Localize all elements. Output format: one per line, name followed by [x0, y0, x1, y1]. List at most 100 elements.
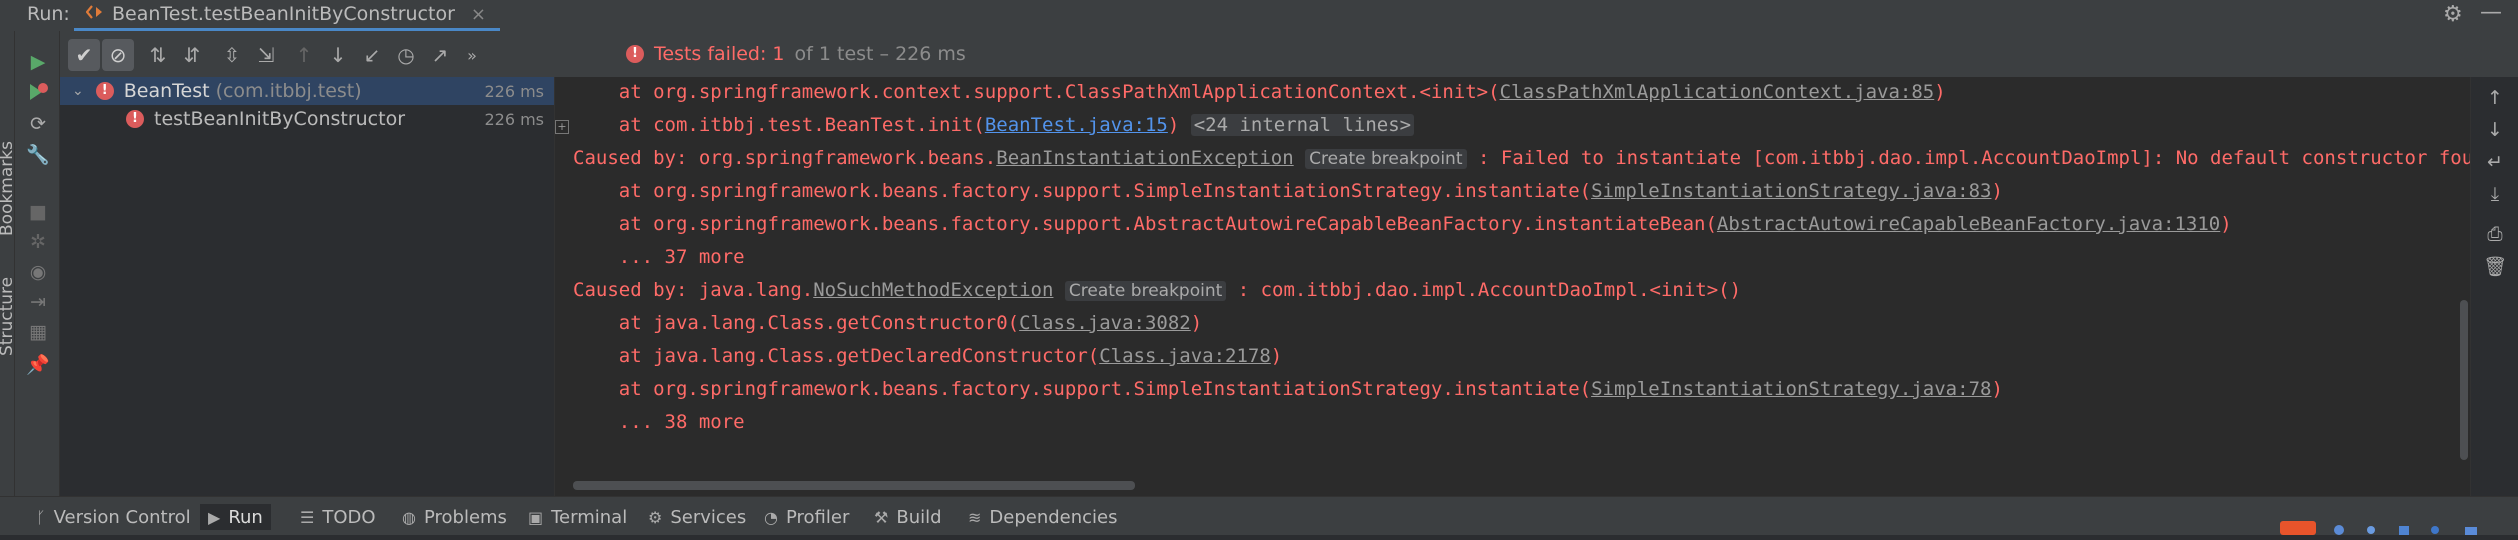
tests-failed-text: Tests failed: 1	[654, 43, 785, 65]
vertical-scrollbar[interactable]	[2460, 300, 2468, 460]
version-control-tab[interactable]: ᚴ Version Control	[28, 504, 199, 530]
create-breakpoint-hint[interactable]: Create breakpoint	[1064, 281, 1227, 301]
console-line: ... 37 more	[573, 246, 745, 268]
chevron-down-icon[interactable]: ⌄	[72, 83, 84, 99]
sort-duration-icon[interactable]: ⇵	[176, 39, 208, 71]
test-method-name: testBeanInitByConstructor	[154, 108, 406, 130]
bottom-tool-stripe: ᚴ Version Control ▶ Run ☰ TODO ◍ Problems ▣ T…	[0, 496, 2518, 535]
terminal-icon: ▣	[528, 507, 544, 527]
source-link[interactable]: Class.java:2178	[1099, 345, 1271, 367]
source-link[interactable]: Class.java:3082	[1019, 312, 1191, 334]
tests-detail-text: of 1 test – 226 ms	[794, 43, 966, 65]
scroll-to-end-icon[interactable]: ⤓	[2484, 183, 2506, 205]
console-line: at java.lang.Class.getDeclaredConstructo…	[573, 345, 1283, 367]
exit-icon[interactable]: ⇥	[27, 291, 49, 313]
rerun-icon[interactable]: ▶	[27, 51, 49, 73]
build-tab[interactable]: ⚒ Build	[866, 504, 950, 530]
layout-icon[interactable]: ▦	[27, 321, 49, 343]
source-link[interactable]: SimpleInstantiationStrategy.java:83	[1591, 180, 1991, 202]
camera-icon[interactable]: ◉	[27, 261, 49, 283]
left-tool-stripe: Bookmarks Structure	[0, 31, 17, 496]
gear-icon[interactable]: ⚙	[2443, 2, 2463, 27]
history-icon[interactable]: ◷	[390, 39, 422, 71]
run-config-icon	[85, 3, 104, 26]
console-line: Caused by: java.lang.NoSuchMethodExcepti…	[573, 279, 1742, 301]
arrow-down-icon[interactable]: ↓	[2484, 119, 2506, 141]
show-passed-icon[interactable]: ✔	[68, 39, 100, 71]
rerun-failed-icon[interactable]	[27, 81, 49, 103]
source-link[interactable]: SimpleInstantiationStrategy.java:78	[1591, 378, 1991, 400]
previous-failed-icon[interactable]: ↑	[288, 39, 320, 71]
problems-tab[interactable]: ◍ Problems	[394, 504, 515, 530]
failed-icon: !	[95, 82, 114, 100]
profiler-icon: ◔	[764, 507, 778, 527]
expand-all-icon[interactable]: ⇳	[216, 39, 248, 71]
show-ignored-icon[interactable]: ⊘	[102, 39, 134, 71]
services-icon: ⚙	[648, 507, 663, 527]
next-failed-icon[interactable]: ↓	[322, 39, 354, 71]
exception-link[interactable]: BeanInstantiationException	[996, 147, 1293, 169]
todo-tab[interactable]: ☰ TODO	[292, 504, 384, 530]
export-icon[interactable]: ↗	[424, 39, 456, 71]
collapse-all-icon[interactable]: ⇲	[250, 39, 282, 71]
toggle-auto-test-icon[interactable]: ⟳	[27, 113, 49, 135]
internal-lines-fold[interactable]: <24 internal lines>	[1190, 114, 1415, 136]
console-line: Caused by: org.springframework.beans.Bea…	[573, 147, 2470, 169]
print-icon[interactable]: ⎙	[2484, 223, 2506, 245]
fold-expand-icon[interactable]: +	[555, 120, 569, 134]
create-breakpoint-hint[interactable]: Create breakpoint	[1305, 149, 1467, 169]
exception-link[interactable]: NoSuchMethodException	[813, 279, 1053, 301]
arrow-up-icon[interactable]: ↑	[2484, 87, 2506, 109]
soft-wrap-icon[interactable]: ↵	[2484, 151, 2506, 173]
layers-icon: ≋	[968, 507, 982, 527]
console-line: at org.springframework.beans.factory.sup…	[573, 378, 2003, 400]
debug-icon[interactable]: ✲	[27, 231, 49, 253]
console-output[interactable]: + at org.springframework.context.support…	[555, 77, 2470, 496]
tab-run-config[interactable]: BeanTest.testBeanInitByConstructor ×	[74, 0, 500, 31]
more-icon[interactable]: »	[456, 39, 488, 71]
tree-row-test-method[interactable]: ! testBeanInitByConstructor 226 ms	[60, 105, 554, 133]
horizontal-scrollbar[interactable]	[573, 481, 1135, 490]
wrench-icon[interactable]: 🔧	[26, 143, 50, 166]
stop-icon[interactable]: ■	[27, 201, 49, 223]
system-tray-fragment	[2275, 518, 2518, 535]
minimize-icon[interactable]: —	[2480, 0, 2502, 25]
console-line: at com.itbbj.test.BeanTest.init(BeanTest…	[573, 114, 1415, 136]
test-status: ! Tests failed: 1 of 1 test – 226 ms	[626, 43, 966, 65]
tree-row-beantest[interactable]: ⌄ ! BeanTest (com.itbbj.test) 226 ms	[60, 77, 554, 105]
console-side-toolbar: ↑ ↓ ↵ ⤓ ⎙ 🗑	[2470, 77, 2518, 496]
sort-alpha-icon[interactable]: ⇅	[142, 39, 174, 71]
test-duration: 226 ms	[484, 81, 544, 101]
test-duration: 226 ms	[484, 109, 544, 129]
run-tool-window-header: Run: BeanTest.testBeanInitByConstructor …	[0, 0, 2518, 32]
error-icon: !	[626, 45, 644, 63]
failed-icon: !	[126, 110, 144, 128]
warning-icon: ◍	[402, 507, 416, 527]
source-link[interactable]: BeanTest.java:15	[985, 114, 1168, 136]
console-line: at org.springframework.beans.factory.sup…	[573, 180, 2003, 202]
pin-icon[interactable]: 📌	[26, 353, 50, 376]
hammer-icon: ⚒	[874, 507, 889, 527]
run-toolbar: ▶ ⟳ 🔧 ■ ✲ ◉ ⇥ ▦ 📌	[15, 31, 60, 496]
test-class-name: BeanTest	[123, 80, 210, 102]
import-tests-icon[interactable]: ↙	[356, 39, 388, 71]
test-class-package: (com.itbbj.test)	[215, 80, 362, 102]
test-results-toolbar: ✔ ⊘ ⇅ ⇵ ⇳ ⇲ ↑ ↓ ↙ ◷ ↗ » ! Tests failed: …	[60, 31, 2518, 77]
tab-label: BeanTest.testBeanInitByConstructor	[112, 3, 455, 25]
source-link[interactable]: ClassPathXmlApplicationContext.java:85	[1500, 81, 1935, 103]
source-link[interactable]: AbstractAutowireCapableBeanFactory.java:…	[1717, 213, 2220, 235]
services-tab[interactable]: ⚙ Services	[640, 504, 754, 530]
trash-icon[interactable]: 🗑	[2483, 255, 2507, 278]
close-icon[interactable]: ×	[471, 4, 486, 25]
run-tab[interactable]: ▶ Run	[200, 504, 271, 530]
profiler-tab[interactable]: ◔ Profiler	[756, 504, 857, 530]
console-line: at java.lang.Class.getConstructor0(Class…	[573, 312, 1203, 334]
list-icon: ☰	[300, 507, 315, 527]
console-line: at org.springframework.beans.factory.sup…	[573, 213, 2232, 235]
run-label: Run:	[27, 3, 70, 25]
dependencies-tab[interactable]: ≋ Dependencies	[960, 504, 1126, 530]
console-line: ... 38 more	[573, 411, 745, 433]
run-icon: ▶	[208, 507, 221, 527]
test-tree: ⌄ ! BeanTest (com.itbbj.test) 226 ms ! t…	[60, 77, 555, 496]
terminal-tab[interactable]: ▣ Terminal	[520, 504, 635, 530]
